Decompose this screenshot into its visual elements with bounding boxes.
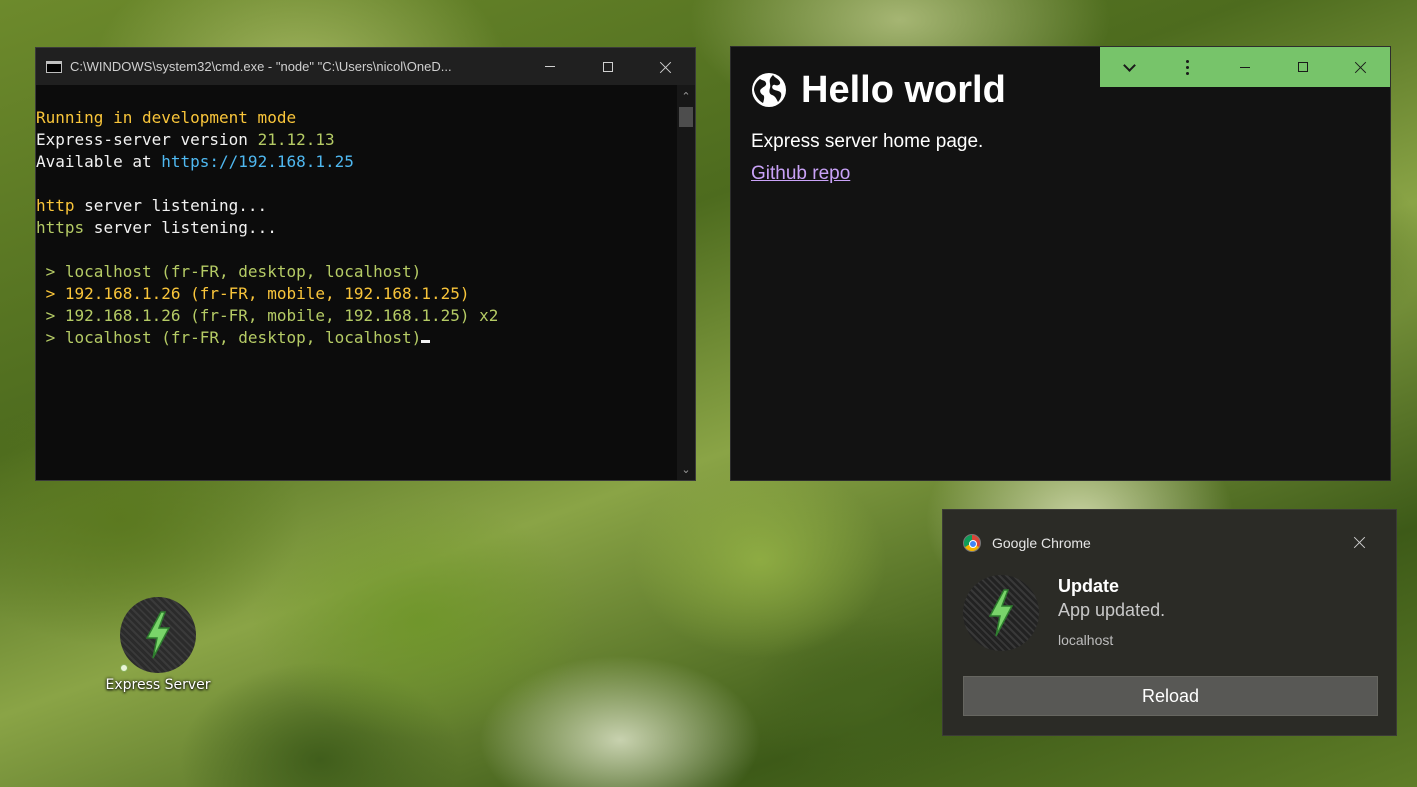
globe-icon	[752, 73, 786, 107]
close-icon	[1355, 61, 1367, 73]
console-line: > localhost (fr-FR, desktop, localhost)	[36, 327, 677, 349]
minimize-icon	[1240, 66, 1250, 68]
more-options-button[interactable]	[1158, 47, 1216, 87]
notification-app-logo-icon	[963, 575, 1039, 651]
console-text: server listening...	[84, 218, 277, 237]
dropdown-button[interactable]	[1100, 47, 1158, 87]
scroll-down-icon[interactable]: ⌄	[677, 460, 695, 478]
console-text: Express-server version	[36, 130, 258, 149]
notification-title: Update	[1058, 576, 1120, 596]
reload-button[interactable]: Reload	[963, 676, 1378, 716]
console-line: https server listening...	[36, 217, 677, 239]
console-line: Available at https://192.168.1.25	[36, 151, 677, 173]
console-line: > 192.168.1.26 (fr-FR, mobile, 192.168.1…	[36, 305, 677, 327]
console-text: > localhost (fr-FR, desktop, localhost)	[36, 328, 422, 347]
notification-toast[interactable]: Google Chrome Update App updated. localh…	[942, 509, 1397, 736]
desktop-shortcut[interactable]: Express Server	[103, 597, 213, 693]
console-line: Running in development mode	[36, 107, 677, 129]
cmd-window-title: C:\WINDOWS\system32\cmd.exe - "node" "C:…	[70, 59, 452, 74]
status-dot	[120, 664, 128, 672]
notification-header: Google Chrome	[963, 534, 1091, 552]
lightning-bolt-icon	[145, 611, 171, 659]
minimize-icon	[545, 66, 555, 67]
close-button[interactable]	[637, 48, 695, 85]
scroll-thumb[interactable]	[679, 107, 693, 127]
page-content: Hello world Express server home page. Gi…	[751, 67, 1006, 185]
github-repo-link[interactable]: Github repo	[751, 163, 850, 185]
cmd-window[interactable]: C:\WINDOWS\system32\cmd.exe - "node" "C:…	[35, 47, 696, 481]
close-button[interactable]	[1332, 47, 1390, 87]
notification-close-button[interactable]	[1354, 536, 1366, 548]
console-text: Available at	[36, 152, 162, 171]
console-text: https://192.168.1.25	[161, 152, 354, 171]
chrome-icon	[963, 534, 981, 552]
maximize-button[interactable]	[579, 48, 637, 85]
heading-text: Hello world	[801, 68, 1006, 111]
console-line: http server listening...	[36, 195, 677, 217]
console-text: 21.12.13	[257, 130, 335, 149]
notification-source: localhost	[1058, 632, 1114, 648]
minimize-button[interactable]	[521, 48, 579, 85]
console-line: > localhost (fr-FR, desktop, localhost)	[36, 261, 677, 283]
app-titlebar[interactable]	[1100, 47, 1390, 87]
cmd-app-icon	[46, 60, 62, 73]
console-text: http	[36, 196, 75, 215]
more-vert-icon	[1185, 59, 1189, 75]
close-icon	[660, 61, 672, 73]
console-line: > 192.168.1.26 (fr-FR, mobile, 192.168.1…	[36, 283, 677, 305]
app-logo-icon	[120, 597, 196, 673]
app-window[interactable]: Hello world Express server home page. Gi…	[730, 46, 1391, 481]
page-description: Express server home page.	[751, 131, 984, 152]
notification-message: App updated.	[1058, 600, 1166, 620]
maximize-icon	[1298, 62, 1308, 72]
text-cursor	[421, 340, 431, 343]
console-text: server listening...	[74, 196, 268, 215]
console-text: > 192.168.1.26 (fr-FR, mobile, 192.168.1…	[36, 306, 499, 325]
console-text: https	[36, 218, 85, 237]
chevron-down-icon	[1122, 58, 1136, 72]
notification-app-name: Google Chrome	[992, 535, 1091, 551]
console-text: > localhost (fr-FR, desktop, localhost)	[36, 262, 422, 281]
lightning-bolt-icon	[988, 589, 1014, 637]
cmd-titlebar[interactable]: C:\WINDOWS\system32\cmd.exe - "node" "C:…	[36, 48, 695, 85]
console-line: Express-server version 21.12.13	[36, 129, 677, 151]
page-title: Hello world	[751, 67, 1006, 113]
console-output[interactable]: Running in development mode Express-serve…	[36, 85, 677, 480]
vertical-scrollbar[interactable]: ⌃ ⌄	[677, 85, 695, 480]
close-icon	[1354, 536, 1366, 548]
shortcut-label: Express Server	[105, 677, 211, 693]
console-text: > 192.168.1.26 (fr-FR, mobile, 192.168.1…	[36, 284, 470, 303]
maximize-icon	[603, 61, 613, 72]
scroll-up-icon[interactable]: ⌃	[677, 87, 695, 105]
maximize-button[interactable]	[1274, 47, 1332, 87]
console-text: Running in development mode	[36, 108, 297, 127]
minimize-button[interactable]	[1216, 47, 1274, 87]
